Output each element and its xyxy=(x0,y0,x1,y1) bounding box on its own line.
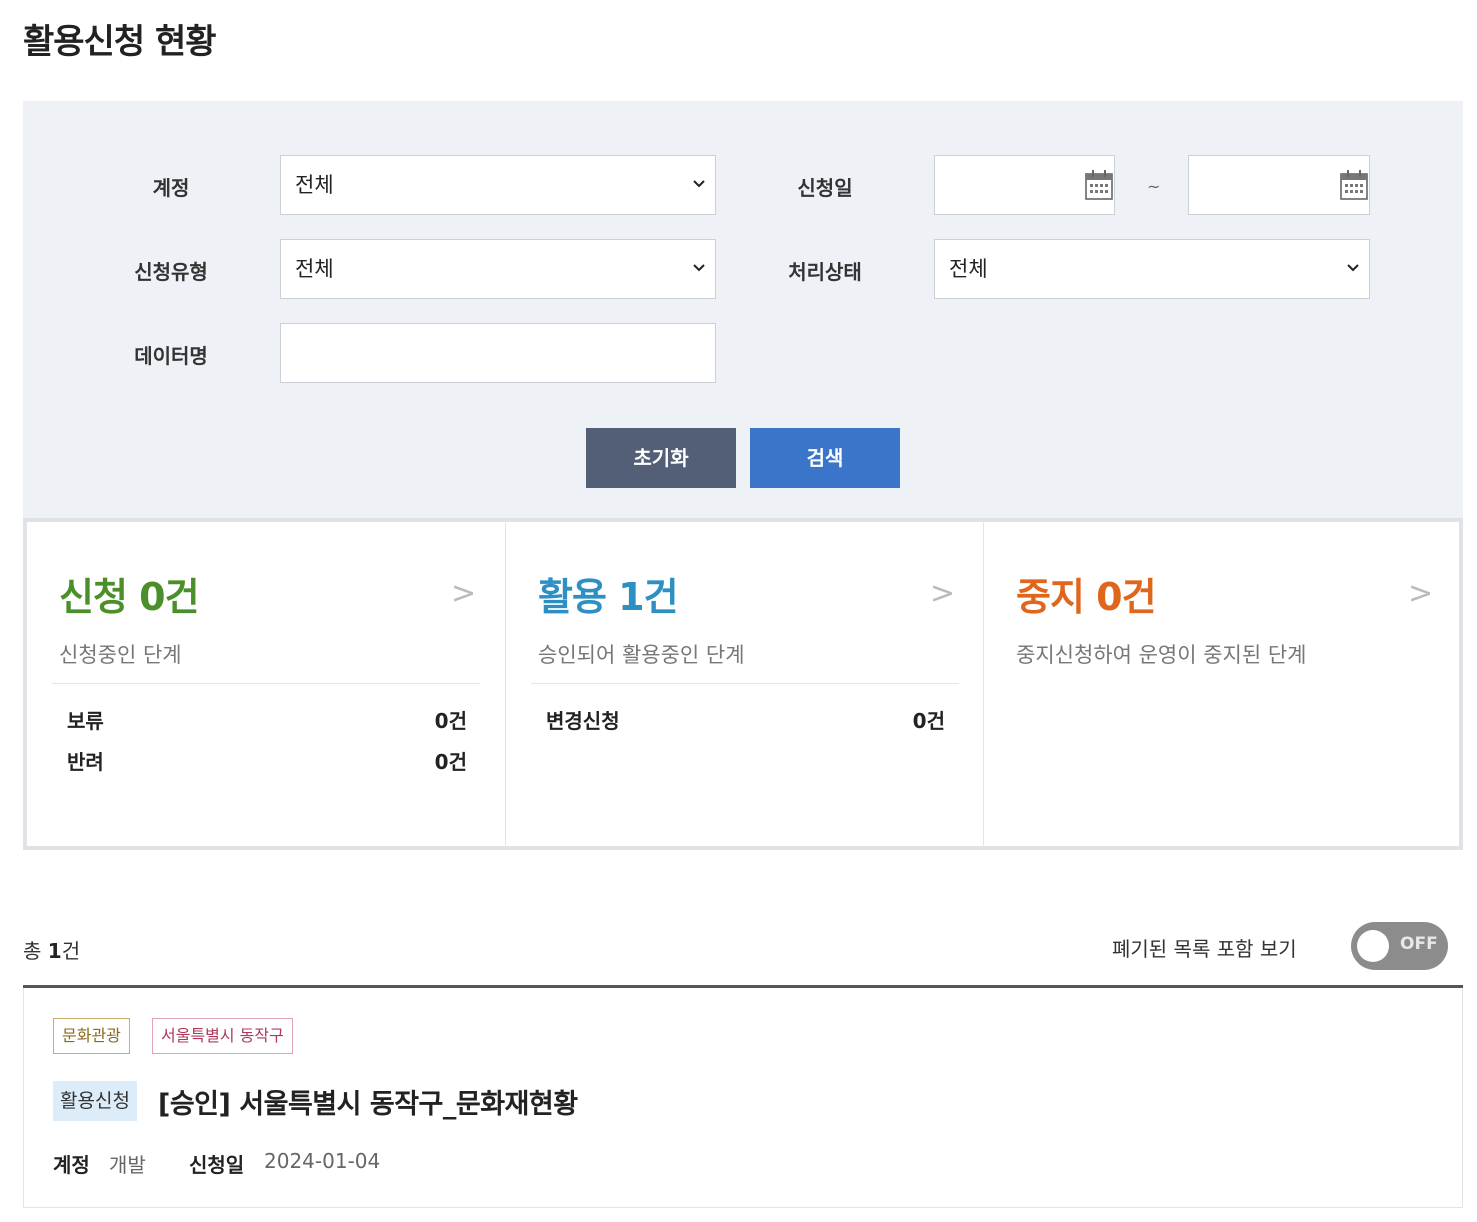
stat-description: 중지신청하여 운영이 중지된 단계 xyxy=(1016,643,1307,667)
total-prefix: 총 xyxy=(23,939,42,963)
chevron-down-icon xyxy=(1347,264,1359,272)
total-suffix: 건 xyxy=(61,939,81,963)
total-count: 총 1건 xyxy=(23,935,80,964)
chevron-down-icon xyxy=(693,264,705,272)
data-name-input[interactable] xyxy=(280,323,716,383)
status-select[interactable]: 전체 xyxy=(934,239,1370,299)
data-name-label: 데이터명 xyxy=(134,344,208,368)
stat-card-use[interactable]: 활용 1건 > 승인되어 활용중인 단계 변경신청 0건 xyxy=(505,522,983,846)
apply-type-select[interactable]: 전체 xyxy=(280,239,716,299)
stat-title: 활용 1건 xyxy=(538,575,679,619)
status-label: 처리상태 xyxy=(788,260,862,284)
stat-divider xyxy=(531,683,959,684)
search-button[interactable]: 검색 xyxy=(750,428,900,488)
date-separator: ~ xyxy=(1147,177,1161,196)
list-item[interactable]: 문화관광 서울특별시 동작구 활용신청 [승인] 서울특별시 동작구_문화재현황… xyxy=(23,988,1463,1208)
toggle-state: OFF xyxy=(1400,934,1438,954)
stat-row-label: 보류 xyxy=(67,709,104,733)
calendar-icon[interactable] xyxy=(1339,169,1369,201)
chevron-down-icon xyxy=(693,180,705,188)
calendar-icon[interactable] xyxy=(1084,169,1114,201)
include-discarded-label: 폐기된 목록 포함 보기 xyxy=(1112,937,1297,961)
reset-button[interactable]: 초기화 xyxy=(586,428,736,488)
stat-row-value: 0건 xyxy=(434,709,467,733)
apply-type-select-value: 전체 xyxy=(295,257,334,281)
account-select[interactable]: 전체 xyxy=(280,155,716,215)
total-number: 1 xyxy=(47,939,62,963)
status-select-value: 전체 xyxy=(949,257,988,281)
item-title[interactable]: [승인] 서울특별시 동작구_문화재현황 xyxy=(158,1082,578,1121)
search-panel: 계정 전체 신청일 ~ 신청유형 전체 처리상태 전체 데이터명 초기화 검색 xyxy=(23,101,1463,518)
stat-row-label: 반려 xyxy=(67,750,104,774)
apply-date-end-input[interactable] xyxy=(1188,155,1370,215)
chevron-right-icon[interactable]: > xyxy=(451,576,476,611)
stat-card-apply[interactable]: 신청 0건 > 신청중인 단계 보류 0건 반려 0건 xyxy=(27,522,505,846)
include-discarded-toggle[interactable]: OFF xyxy=(1351,922,1448,970)
stat-row-value: 0건 xyxy=(434,750,467,774)
page-title: 활용신청 현황 xyxy=(23,22,217,62)
organization-tag: 서울특별시 동작구 xyxy=(152,1018,293,1054)
date-meta-label: 신청일 xyxy=(189,1153,245,1177)
stat-divider xyxy=(52,683,480,684)
stat-card-stop[interactable]: 중지 0건 > 중지신청하여 운영이 중지된 단계 xyxy=(983,522,1459,846)
stat-title: 중지 0건 xyxy=(1016,575,1157,619)
account-meta-value: 개발 xyxy=(109,1153,146,1177)
chevron-right-icon[interactable]: > xyxy=(930,576,955,611)
stat-description: 신청중인 단계 xyxy=(59,643,182,667)
stat-row-value: 0건 xyxy=(912,709,945,733)
stat-description: 승인되어 활용중인 단계 xyxy=(538,643,745,667)
apply-date-start-input[interactable] xyxy=(934,155,1115,215)
stat-row-label: 변경신청 xyxy=(546,709,620,733)
account-label: 계정 xyxy=(152,176,190,200)
chevron-right-icon[interactable]: > xyxy=(1408,576,1433,611)
category-tag: 문화관광 xyxy=(53,1018,130,1054)
account-meta-label: 계정 xyxy=(53,1153,90,1177)
stat-title: 신청 0건 xyxy=(59,575,200,619)
status-summary: 신청 0건 > 신청중인 단계 보류 0건 반려 0건 활용 1건 > 승인되어… xyxy=(23,518,1463,850)
toggle-knob xyxy=(1357,930,1389,962)
account-select-value: 전체 xyxy=(295,173,334,197)
apply-type-label: 신청유형 xyxy=(134,260,208,284)
apply-date-label: 신청일 xyxy=(797,176,853,200)
date-meta-value: 2024-01-04 xyxy=(264,1149,381,1173)
application-type-badge: 활용신청 xyxy=(53,1081,137,1121)
